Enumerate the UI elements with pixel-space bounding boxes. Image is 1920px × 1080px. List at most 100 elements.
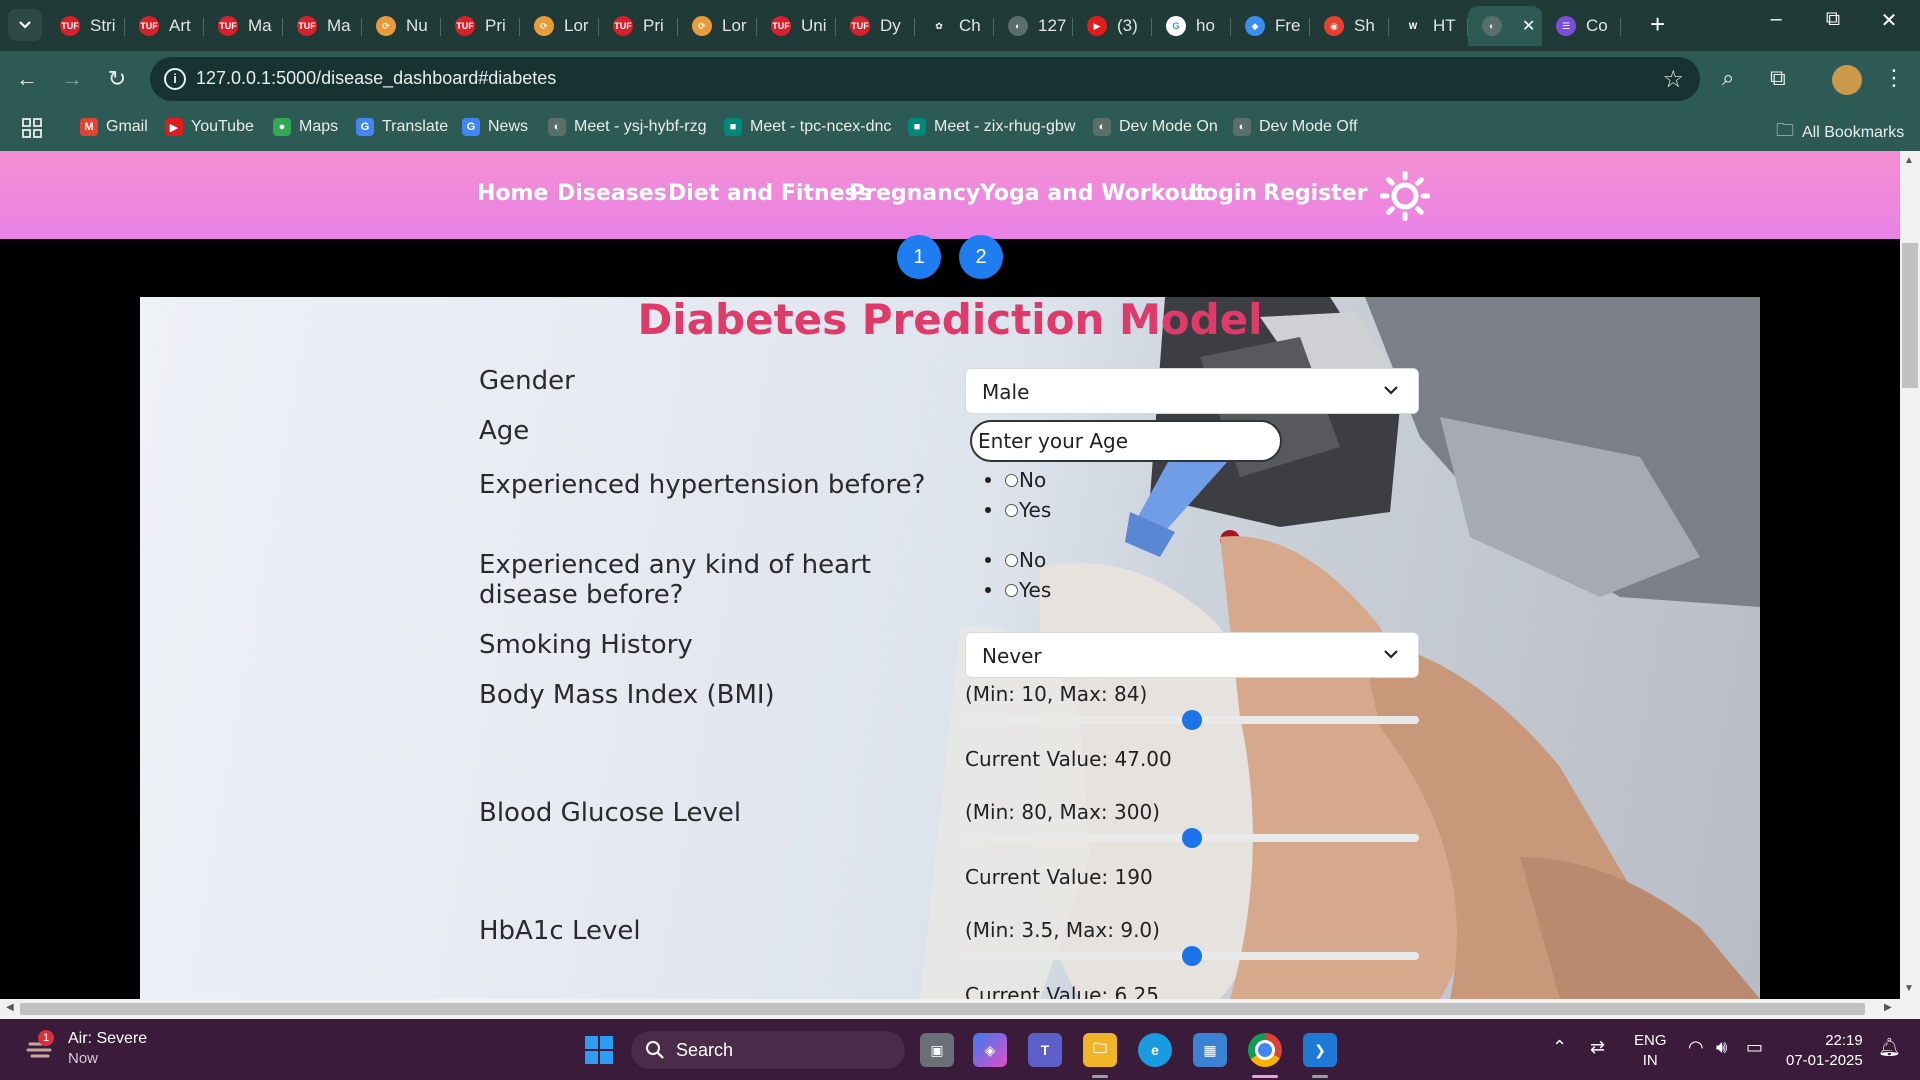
browser-tab[interactable]: Gho bbox=[1152, 6, 1231, 46]
browser-tab[interactable]: W HT bbox=[1389, 6, 1468, 46]
bookmark-item[interactable]: ■ Meet - zix-rhug-gbw bbox=[908, 118, 1075, 136]
nav-diet-and-fitness[interactable]: Diet and Fitness bbox=[668, 181, 871, 206]
scroll-right-arrow[interactable]: ▶ bbox=[1884, 1002, 1892, 1013]
wifi-icon[interactable]: ◠ bbox=[1688, 1037, 1704, 1058]
gender-select[interactable]: Male bbox=[965, 368, 1419, 414]
browser-tab[interactable]: TUF Art bbox=[125, 6, 204, 46]
heart-yes-option[interactable]: Yes bbox=[985, 578, 1051, 602]
hypertension-yes-option[interactable]: Yes bbox=[985, 498, 1051, 522]
browser-tab[interactable]: ◆ Fre bbox=[1231, 6, 1310, 46]
site-info-icon[interactable]: i bbox=[164, 68, 186, 90]
browser-tab[interactable]: ◉ Sh bbox=[1310, 6, 1389, 46]
bookmark-star-icon[interactable]: ☆ bbox=[1662, 65, 1684, 94]
teams-icon[interactable]: T bbox=[1028, 1033, 1062, 1067]
bookmark-item[interactable]: ▶ YouTube bbox=[165, 118, 254, 136]
show-hidden-icons-chevron-icon[interactable]: ⌃ bbox=[1552, 1037, 1567, 1058]
bookmark-item[interactable]: G News bbox=[462, 118, 528, 136]
scroll-left-arrow[interactable]: ◀ bbox=[6, 1002, 14, 1013]
nav-pregnancy[interactable]: Pregnancy bbox=[849, 181, 980, 206]
battery-icon[interactable]: ▭ bbox=[1746, 1037, 1763, 1058]
notification-bell-icon[interactable]: 🔔︎ bbox=[1878, 1037, 1901, 1058]
browser-tab[interactable]: ⟳ Lor bbox=[678, 6, 757, 46]
browser-tab[interactable]: ⟳ Lor bbox=[520, 6, 599, 46]
heart-no-option[interactable]: No bbox=[985, 548, 1046, 572]
hba1c-slider[interactable] bbox=[965, 946, 1419, 966]
bookmark-item[interactable]: ◐ Meet - ysj-hybf-rzg bbox=[548, 118, 706, 136]
browser-tab[interactable]: ▶ (3) bbox=[1073, 6, 1152, 46]
bookmark-item[interactable]: ● Maps bbox=[273, 118, 338, 136]
hba1c-slider-thumb[interactable] bbox=[1182, 946, 1202, 966]
lens-icon[interactable]: ⌕ bbox=[1722, 65, 1734, 91]
browser-tab[interactable]: TUF Pri bbox=[599, 6, 678, 46]
bookmark-item[interactable]: M Gmail bbox=[80, 118, 148, 136]
weather-widget[interactable]: 1 Air: Severe Now bbox=[26, 1029, 147, 1069]
heart-no-radio[interactable] bbox=[1005, 553, 1018, 567]
browser-tab[interactable]: ☰ Co bbox=[1542, 6, 1621, 46]
glucose-slider-thumb[interactable] bbox=[1182, 828, 1202, 848]
address-bar[interactable]: i 127.0.0.1:5000/disease_dashboard#diabe… bbox=[150, 57, 1700, 101]
bookmark-item[interactable]: G Translate bbox=[356, 118, 448, 136]
browser-tab[interactable]: TUF Ma bbox=[283, 6, 362, 46]
horizontal-scroll-thumb[interactable] bbox=[20, 1003, 1865, 1015]
scroll-down-arrow[interactable]: ▼ bbox=[1904, 983, 1914, 994]
back-button[interactable]: ← bbox=[12, 66, 42, 92]
browser-tab[interactable]: ◐ 127 bbox=[994, 6, 1073, 46]
bmi-slider-thumb[interactable] bbox=[1182, 710, 1202, 730]
profile-avatar[interactable] bbox=[1832, 65, 1862, 95]
nav-yoga-and-workout[interactable]: Yoga and Workout bbox=[980, 181, 1206, 206]
vertical-scroll-thumb[interactable] bbox=[1902, 243, 1918, 388]
new-tab-button[interactable]: + bbox=[1650, 10, 1665, 38]
nav-home[interactable]: Home bbox=[477, 181, 548, 206]
file-explorer-icon[interactable]: 🗀 bbox=[1083, 1033, 1117, 1067]
taskbar-search[interactable]: Search bbox=[631, 1031, 905, 1069]
restore-button[interactable]: ⧉ bbox=[1813, 8, 1853, 31]
vscode-icon[interactable]: ❯ bbox=[1303, 1033, 1337, 1067]
browser-tab[interactable]: TUF Ma bbox=[204, 6, 283, 46]
smoking-select[interactable]: Never bbox=[965, 632, 1419, 678]
extensions-icon[interactable]: ⧉ bbox=[1770, 65, 1786, 91]
menu-kebab-icon[interactable]: ⋮ bbox=[1883, 65, 1905, 91]
all-bookmarks-button[interactable]: 🗀 All Bookmarks bbox=[1776, 118, 1904, 148]
copilot-icon[interactable]: ◈ bbox=[973, 1033, 1007, 1067]
system-clock[interactable]: 22:19 07-01-2025 bbox=[1786, 1031, 1863, 1071]
close-tab-icon[interactable]: ✕ bbox=[1522, 16, 1535, 36]
glucose-slider[interactable] bbox=[965, 828, 1419, 848]
browser-tab-active[interactable]: ◐ ✕ bbox=[1468, 6, 1542, 46]
horizontal-scrollbar[interactable]: ◀ ▶ bbox=[0, 999, 1920, 1019]
close-window-button[interactable]: ✕ bbox=[1869, 8, 1909, 33]
url-text[interactable]: 127.0.0.1:5000/disease_dashboard#diabete… bbox=[196, 68, 556, 89]
scroll-up-arrow[interactable]: ▲ bbox=[1904, 155, 1914, 166]
minimize-button[interactable]: – bbox=[1756, 8, 1796, 31]
volume-icon[interactable]: 🔊︎ bbox=[1716, 1037, 1727, 1058]
browser-tab[interactable]: TUF Dy bbox=[836, 6, 915, 46]
bmi-slider[interactable] bbox=[965, 710, 1419, 730]
hypertension-yes-radio[interactable] bbox=[1005, 503, 1018, 517]
bookmark-item[interactable]: ◐ Dev Mode Off bbox=[1233, 118, 1357, 136]
heart-yes-radio[interactable] bbox=[1005, 583, 1018, 597]
page-button-2[interactable]: 2 bbox=[959, 235, 1003, 279]
browser-tab[interactable]: TUF Uni bbox=[757, 6, 836, 46]
nav-register[interactable]: Register bbox=[1263, 181, 1368, 206]
sun-theme-toggle-icon[interactable] bbox=[1380, 171, 1430, 221]
browser-tab[interactable]: ⟳ Nu bbox=[362, 6, 441, 46]
apps-grid-icon[interactable] bbox=[22, 118, 42, 138]
age-input[interactable] bbox=[970, 420, 1282, 462]
bookmark-item[interactable]: ■ Meet - tpc-ncex-dnc bbox=[724, 118, 891, 136]
sync-icon[interactable]: ⇄ bbox=[1590, 1037, 1605, 1058]
hypertension-no-option[interactable]: No bbox=[985, 468, 1046, 492]
chrome-icon[interactable] bbox=[1248, 1033, 1282, 1067]
bookmark-item[interactable]: ◐ Dev Mode On bbox=[1093, 118, 1218, 136]
store-icon[interactable]: ▦ bbox=[1193, 1033, 1227, 1067]
reload-button[interactable]: ↻ bbox=[102, 66, 132, 92]
windows-start-icon[interactable] bbox=[582, 1033, 616, 1067]
browser-tab[interactable]: ✿ Ch bbox=[915, 6, 994, 46]
browser-tab[interactable]: TUF Stri bbox=[46, 6, 125, 46]
edge-icon[interactable]: e bbox=[1138, 1033, 1172, 1067]
forward-button[interactable]: → bbox=[57, 66, 87, 92]
nav-diseases[interactable]: Diseases bbox=[557, 181, 667, 206]
vertical-scrollbar[interactable]: ▲ ▼ bbox=[1900, 151, 1920, 999]
language-indicator[interactable]: ENG IN bbox=[1634, 1031, 1667, 1071]
tab-search-button[interactable] bbox=[8, 9, 42, 41]
page-button-1[interactable]: 1 bbox=[897, 235, 941, 279]
nav-login[interactable]: Login bbox=[1189, 181, 1257, 206]
